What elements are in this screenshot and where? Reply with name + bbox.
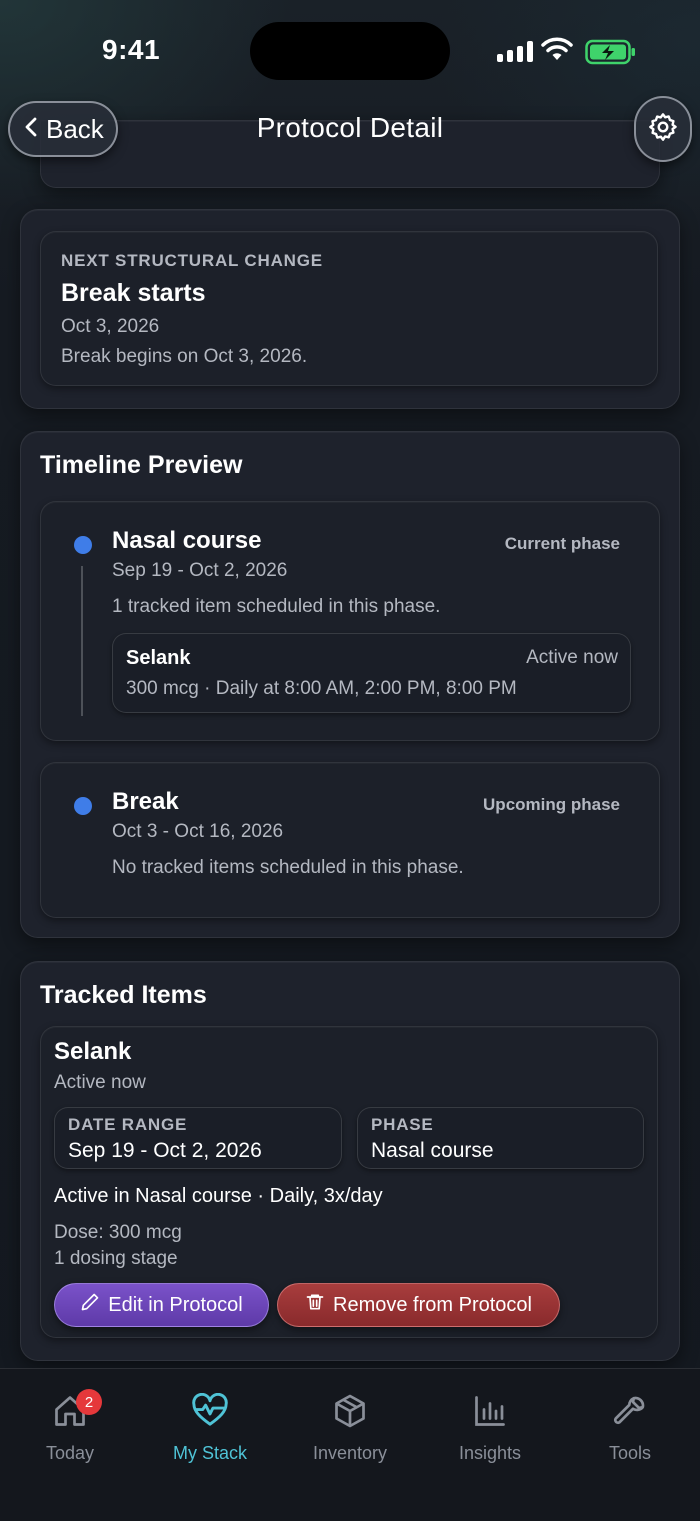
nav-bar: Back Protocol Detail [0,96,700,176]
phase-item-detail: 300 mcg · Daily at 8:00 AM, 2:00 PM, 8:0… [126,678,517,699]
tab-today[interactable]: 2 Today [0,1389,140,1464]
notification-badge: 2 [76,1389,102,1415]
tracked-item-dose: Dose: 300 mcg [54,1222,182,1243]
edit-in-protocol-button[interactable]: Edit in Protocol [54,1283,269,1327]
next-change-label: NEXT STRUCTURAL CHANGE [61,251,323,270]
status-bar: 9:41 [0,0,700,96]
wrench-icon [560,1391,700,1431]
tracked-item-stages: 1 dosing stage [54,1248,178,1269]
phase-item-chip[interactable] [112,633,631,713]
wifi-icon [541,36,573,67]
date-range-label: DATE RANGE [68,1115,188,1134]
tracked-item-status: Active now [54,1072,146,1093]
phase-dot [74,536,92,554]
tab-inventory[interactable]: Inventory [280,1391,420,1464]
remove-button-label: Remove from Protocol [333,1293,532,1316]
next-change-description: Break begins on Oct 3, 2026. [61,346,308,367]
gear-icon [647,111,679,148]
scroll-content[interactable]: NEXT STRUCTURAL CHANGE Break starts Oct … [0,0,700,1521]
cellular-signal-icon [497,40,533,62]
phase-item-name: Selank [126,647,191,669]
tab-insights[interactable]: Insights [420,1391,560,1464]
phase-status: Upcoming phase [483,795,620,814]
next-change-date: Oct 3, 2026 [61,316,160,337]
phase-label: PHASE [371,1115,434,1134]
timeline-title: Timeline Preview [40,451,243,479]
tab-label: Tools [608,1443,652,1463]
tracked-items-title: Tracked Items [40,981,207,1009]
status-time: 9:41 [102,34,161,65]
phase-summary: 1 tracked item scheduled in this phase. [112,596,441,617]
edit-button-label: Edit in Protocol [108,1293,243,1316]
next-change-title: Break starts [61,279,206,307]
phase-status: Current phase [504,534,620,553]
phase-name: Nasal course [112,527,262,554]
battery-charging-icon [585,39,637,70]
phase-dates: Sep 19 - Oct 2, 2026 [112,560,288,581]
settings-button[interactable] [634,96,692,162]
page-title: Protocol Detail [256,112,444,143]
box-icon [280,1391,420,1431]
tab-tools[interactable]: Tools [560,1391,700,1464]
date-range-value: Sep 19 - Oct 2, 2026 [68,1139,262,1162]
tab-bar: 2 Today My Stack Inventory Insights Tool… [0,1368,700,1521]
tab-label: My Stack [172,1443,247,1463]
tracked-item-schedule: Active in Nasal course · Daily, 3x/day [54,1185,383,1207]
dynamic-island [250,22,450,80]
pencil-icon [80,1292,100,1318]
trash-icon [305,1292,325,1318]
remove-from-protocol-button[interactable]: Remove from Protocol [277,1283,560,1327]
heart-pulse-icon [140,1391,280,1431]
phase-name: Break [112,788,179,815]
phase-dates: Oct 3 - Oct 16, 2026 [112,821,284,842]
bar-chart-icon [420,1391,560,1431]
tab-label: Insights [458,1443,522,1463]
phase-dot [74,797,92,815]
tab-my-stack[interactable]: My Stack [140,1391,280,1464]
phase-summary: No tracked items scheduled in this phase… [112,857,464,878]
tracked-item-name: Selank [54,1038,132,1065]
tab-label: Inventory [312,1443,388,1463]
phase-timeline-line [81,566,83,716]
phase-value: Nasal course [371,1139,494,1162]
home-icon [0,1391,140,1431]
tab-label: Today [45,1443,95,1463]
phase-item-status: Active now [526,647,618,668]
